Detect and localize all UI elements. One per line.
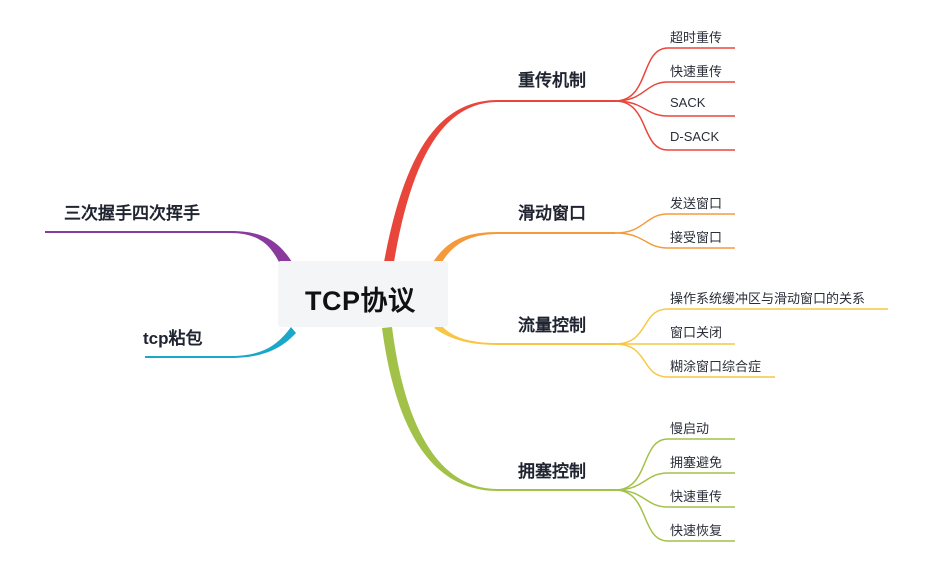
leaf-dsack[interactable]: D-SACK [670, 129, 719, 144]
leaf-receive-window[interactable]: 接受窗口 [670, 227, 722, 246]
leaf-os-buffer-relation[interactable]: 操作系统缓冲区与滑动窗口的关系 [670, 288, 865, 307]
leaf-slow-start[interactable]: 慢启动 [670, 418, 709, 437]
leaf-send-window[interactable]: 发送窗口 [670, 193, 722, 212]
connector-branch-handshake [45, 231, 292, 266]
center-node-label: TCP协议 [305, 286, 416, 316]
branch-congestion-control[interactable]: 拥塞控制 [518, 457, 586, 482]
leaf-fast-recovery[interactable]: 快速恢复 [670, 520, 722, 539]
branch-sliding-window[interactable]: 滑动窗口 [518, 199, 586, 224]
leaf-window-close[interactable]: 窗口关闭 [670, 322, 722, 341]
connector-leaf-os-buffer [614, 308, 888, 345]
connector-branch-retransmission [384, 100, 615, 262]
connector-branch-sliding-window [433, 232, 615, 264]
branch-handshake[interactable]: 三次握手四次挥手 [64, 199, 200, 224]
leaf-sack[interactable]: SACK [670, 95, 705, 110]
leaf-congestion-avoidance[interactable]: 拥塞避免 [670, 452, 722, 471]
branch-tcp-sticky-packet[interactable]: tcp粘包 [143, 324, 203, 349]
mindmap-canvas: TCP协议 重传机制 滑动窗口 流量控制 拥塞控制 三次握手四次挥手 tcp粘包… [0, 0, 926, 575]
leaf-fast-retransmit-congestion[interactable]: 快速重传 [670, 486, 722, 505]
leaf-fast-retransmit[interactable]: 快速重传 [670, 61, 722, 80]
branch-flow-control[interactable]: 流量控制 [518, 311, 586, 336]
leaf-timeout-retransmit[interactable]: 超时重传 [670, 27, 722, 46]
branch-retransmission[interactable]: 重传机制 [518, 66, 586, 91]
leaf-silly-window-syndrome[interactable]: 糊涂窗口综合症 [670, 356, 761, 375]
